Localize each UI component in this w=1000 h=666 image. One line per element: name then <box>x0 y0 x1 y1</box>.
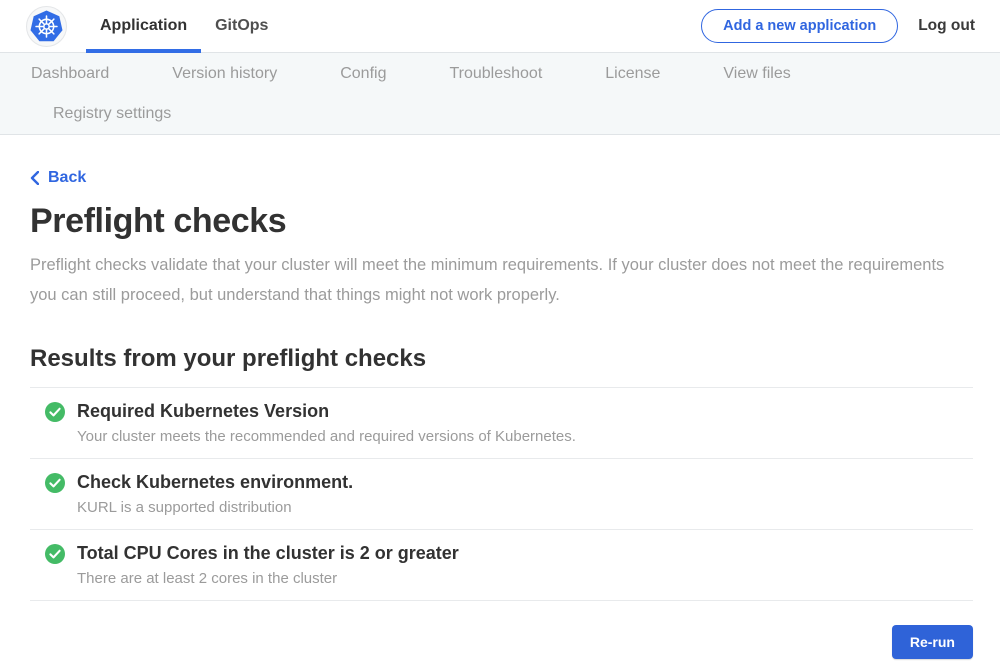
check-circle-icon <box>45 473 65 516</box>
subnav-item-troubleshoot[interactable]: Troubleshoot <box>449 65 542 83</box>
back-link[interactable]: Back <box>30 169 86 187</box>
back-link-label: Back <box>48 169 86 187</box>
check-message: Your cluster meets the recommended and r… <box>77 428 576 445</box>
preflight-check-row: Required Kubernetes Version Your cluster… <box>30 388 973 459</box>
subnav-item-config[interactable]: Config <box>340 65 386 83</box>
chevron-left-icon <box>30 171 39 185</box>
check-title: Required Kubernetes Version <box>77 401 576 422</box>
subnav-item-registry-settings[interactable]: Registry settings <box>53 105 171 123</box>
tab-gitops-label: GitOps <box>215 17 268 35</box>
check-circle-icon <box>45 544 65 587</box>
main-content: Back Preflight checks Preflight checks v… <box>0 135 1000 659</box>
check-content: Total CPU Cores in the cluster is 2 or g… <box>77 543 459 587</box>
subnav-row-2: Registry settings <box>31 94 1000 134</box>
header-spacer <box>282 0 701 52</box>
kubernetes-logo[interactable] <box>26 6 67 47</box>
tab-gitops[interactable]: GitOps <box>201 0 282 52</box>
kubernetes-logo-icon <box>26 34 67 51</box>
top-header: Application GitOps Add a new application… <box>0 0 1000 53</box>
page-description: Preflight checks validate that your clus… <box>30 250 955 310</box>
preflight-check-row: Total CPU Cores in the cluster is 2 or g… <box>30 530 973 601</box>
preflight-check-row: Check Kubernetes environment. KURL is a … <box>30 459 973 530</box>
tab-application[interactable]: Application <box>86 0 201 52</box>
add-new-application-button[interactable]: Add a new application <box>701 9 898 43</box>
subnav-item-dashboard[interactable]: Dashboard <box>31 65 109 83</box>
subnav-item-view-files[interactable]: View files <box>723 65 790 83</box>
logout-link[interactable]: Log out <box>918 17 975 35</box>
check-title: Check Kubernetes environment. <box>77 472 353 493</box>
check-title: Total CPU Cores in the cluster is 2 or g… <box>77 543 459 564</box>
subnav-item-license[interactable]: License <box>605 65 660 83</box>
tab-application-label: Application <box>100 17 187 35</box>
check-content: Check Kubernetes environment. KURL is a … <box>77 472 353 516</box>
rerun-button[interactable]: Re-run <box>892 625 973 659</box>
page-title: Preflight checks <box>30 202 973 241</box>
preflight-results-list: Required Kubernetes Version Your cluster… <box>30 387 973 601</box>
check-message: KURL is a supported distribution <box>77 499 353 516</box>
subnav-row-1: Dashboard Version history Config Trouble… <box>31 54 1000 94</box>
check-circle-icon <box>45 402 65 445</box>
subnav-item-version-history[interactable]: Version history <box>172 65 277 83</box>
footer-actions: Re-run <box>30 625 973 659</box>
results-heading: Results from your preflight checks <box>30 345 973 373</box>
check-message: There are at least 2 cores in the cluste… <box>77 570 459 587</box>
app-subnav: Dashboard Version history Config Trouble… <box>0 53 1000 135</box>
check-content: Required Kubernetes Version Your cluster… <box>77 401 576 445</box>
